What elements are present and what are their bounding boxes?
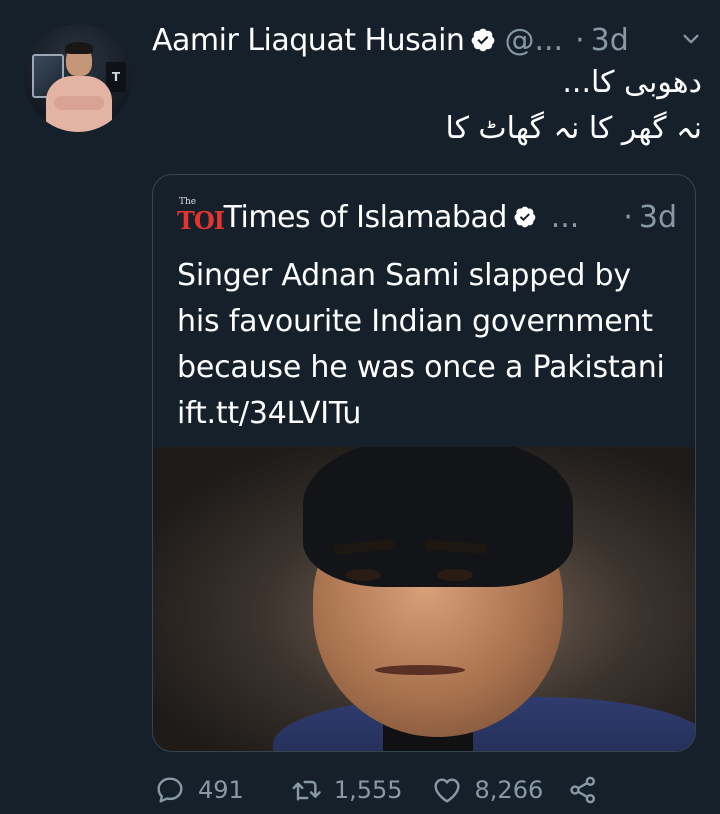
quoted-text-line: Singer Adnan Sami slapped by bbox=[177, 258, 631, 293]
tweet-header: Aamir Liaquat Husain @... · 3d bbox=[152, 18, 712, 62]
verified-badge-icon bbox=[472, 28, 495, 52]
photo-hair bbox=[303, 447, 573, 587]
quoted-tweet-text: Singer Adnan Sami slapped by his favouri… bbox=[177, 253, 687, 437]
like-button[interactable]: 8,266 bbox=[431, 774, 544, 806]
share-button[interactable] bbox=[567, 774, 599, 806]
reply-icon bbox=[157, 777, 183, 803]
separator-dot: · bbox=[575, 22, 585, 58]
retweet-count: 1,555 bbox=[333, 776, 403, 804]
avatar[interactable]: T bbox=[24, 24, 132, 132]
quoted-timestamp[interactable]: 3d bbox=[639, 200, 677, 235]
tweet-text-line: دھوبی کا... bbox=[562, 65, 702, 100]
reply-count: 491 bbox=[198, 776, 244, 804]
photo-mouth bbox=[375, 665, 465, 675]
toi-logo: The TOI bbox=[177, 197, 225, 235]
quoted-tweet-header: The TOI Times of Islamabad ... · 3d bbox=[177, 195, 677, 239]
tweet-timestamp[interactable]: 3d bbox=[591, 23, 629, 58]
quoted-tweet-photo[interactable] bbox=[153, 447, 695, 751]
chevron-down-icon[interactable] bbox=[680, 28, 702, 50]
tweet-text: دھوبی کا... نہ گھر کا نہ گھاٹ کا bbox=[162, 60, 702, 152]
author-name[interactable]: Aamir Liaquat Husain bbox=[152, 23, 465, 58]
retweet-icon bbox=[292, 780, 321, 801]
photo-eye bbox=[345, 569, 381, 581]
verified-badge-icon bbox=[514, 206, 536, 228]
avatar-figure-arms bbox=[54, 96, 104, 110]
heart-icon bbox=[433, 778, 460, 803]
photo-eye bbox=[437, 569, 473, 581]
retweet-button[interactable]: 1,555 bbox=[290, 774, 403, 806]
separator-dot: · bbox=[623, 199, 633, 235]
tweet-text-line: نہ گھر کا نہ گھاٹ کا bbox=[445, 111, 702, 146]
quoted-text-line: because he was once a Pakistani bbox=[177, 350, 665, 385]
share-icon bbox=[570, 776, 596, 804]
reply-button[interactable]: 491 bbox=[154, 774, 244, 806]
quoted-tweet[interactable]: The TOI Times of Islamabad ... · 3d Sing… bbox=[152, 174, 696, 752]
quoted-author-name[interactable]: Times of Islamabad bbox=[224, 200, 508, 235]
avatar-background-sign: T bbox=[106, 62, 126, 92]
quoted-link[interactable]: ift.tt/34LVITu bbox=[177, 391, 687, 437]
quoted-handle-truncated: ... bbox=[550, 199, 580, 235]
author-handle[interactable]: @... bbox=[504, 23, 563, 58]
tweet: T Aamir Liaquat Husain @... · 3d دھوبی ک… bbox=[0, 0, 720, 814]
tweet-actions: 491 1,555 8,266 bbox=[152, 766, 712, 814]
avatar-figure-hair bbox=[65, 42, 93, 54]
quoted-text-line: his favourite Indian government bbox=[177, 304, 653, 339]
like-count: 8,266 bbox=[474, 776, 544, 804]
